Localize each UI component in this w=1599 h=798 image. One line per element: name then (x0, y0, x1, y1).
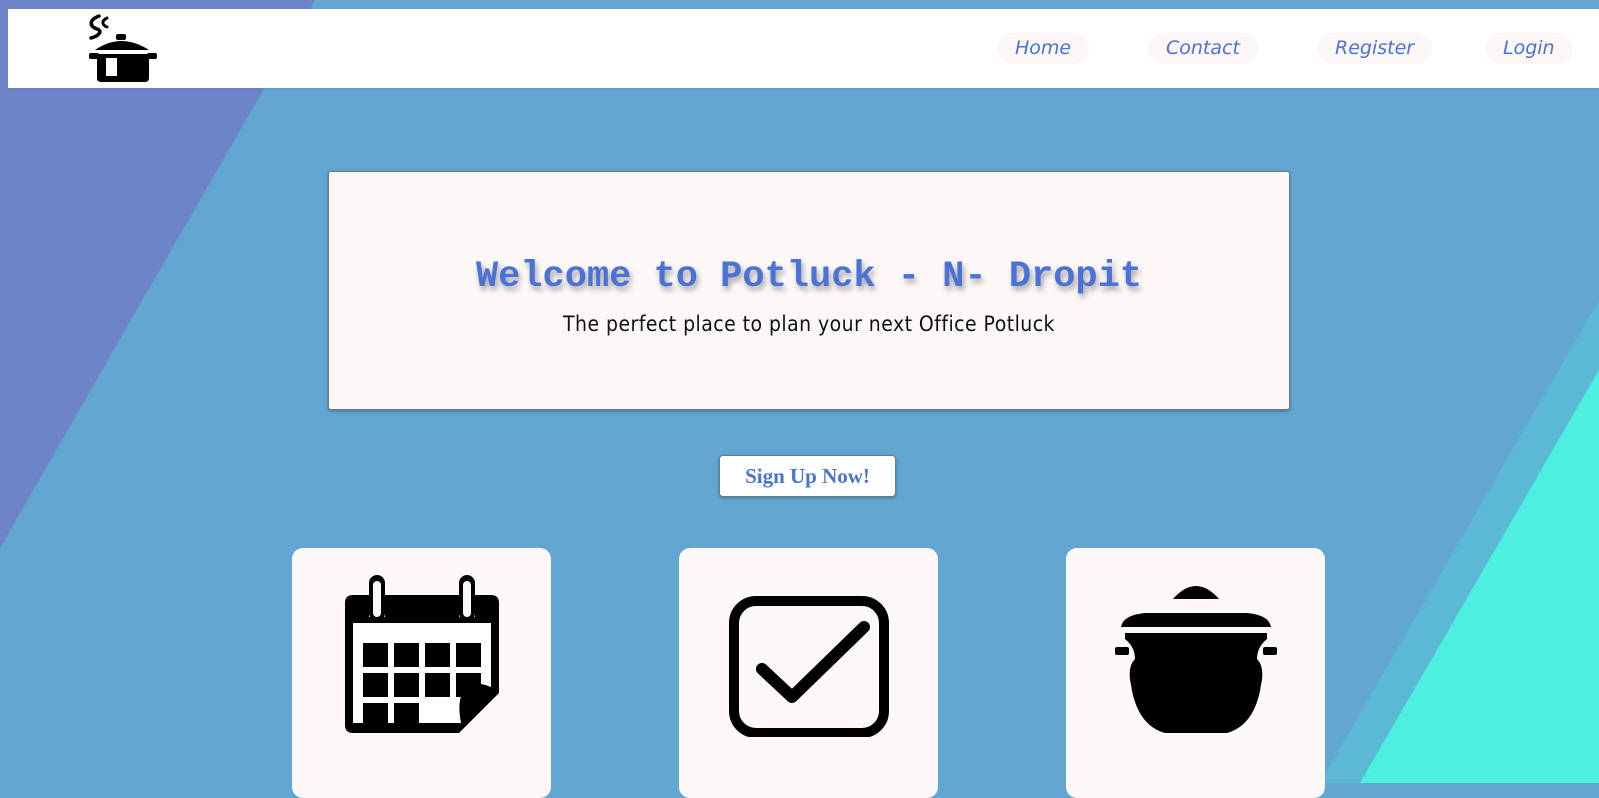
nav-register-link[interactable]: Register (1317, 33, 1433, 64)
nav-login-link[interactable]: Login (1485, 33, 1573, 64)
hero-subtitle: The perfect place to plan your next Offi… (563, 312, 1055, 336)
nav-home-link[interactable]: Home (997, 33, 1090, 64)
cooking-pot-icon (1115, 586, 1277, 733)
hero-title: Welcome to Potluck - N- Dropit (475, 256, 1143, 298)
checkbox-icon (729, 596, 889, 737)
navbar: Home Contact Register Login (8, 9, 1599, 88)
sign-up-button[interactable]: Sign Up Now! (719, 455, 896, 497)
hero-card: Welcome to Potluck - N- Dropit The perfe… (328, 171, 1290, 410)
feature-card-pot (1066, 548, 1325, 798)
feature-card-checkbox (679, 548, 938, 798)
calendar-icon (345, 575, 499, 733)
feature-card-calendar (292, 548, 551, 798)
steaming-pot-icon[interactable] (85, 12, 160, 84)
nav-contact-link[interactable]: Contact (1148, 33, 1258, 64)
